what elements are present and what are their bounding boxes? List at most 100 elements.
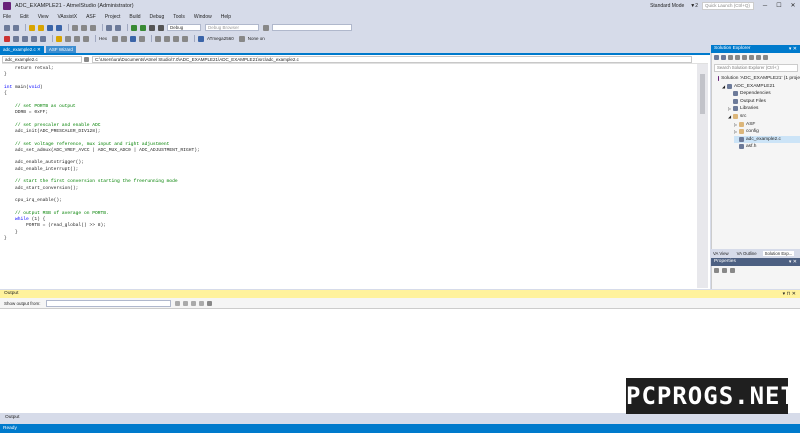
file-combo[interactable]: adc_example2.c bbox=[2, 55, 82, 63]
code-editor[interactable]: return retval;} int main(void){ // set PO… bbox=[4, 66, 694, 286]
memory-icon[interactable] bbox=[74, 35, 80, 42]
pin-icon[interactable]: ▾ ⊓ ✕ bbox=[783, 290, 796, 298]
property-pages-icon[interactable] bbox=[730, 268, 735, 273]
tree-item[interactable]: Dependencies bbox=[728, 90, 800, 97]
uncomment-icon[interactable] bbox=[182, 35, 189, 42]
stop-debug-icon[interactable] bbox=[4, 35, 10, 42]
paste-icon[interactable] bbox=[90, 24, 96, 31]
tab-asf-wizard[interactable]: ASF Wizard bbox=[45, 46, 76, 53]
align-icon[interactable] bbox=[155, 35, 162, 42]
tree-item[interactable]: ▷ ASF bbox=[734, 121, 800, 128]
menu-item-tools[interactable]: Tools bbox=[173, 14, 185, 20]
forward-icon[interactable] bbox=[13, 24, 19, 31]
step-over-icon[interactable] bbox=[22, 35, 28, 42]
copy-icon[interactable] bbox=[81, 24, 87, 31]
dropdown-icon[interactable] bbox=[84, 56, 89, 62]
find-icon[interactable] bbox=[263, 24, 269, 31]
minimize-button[interactable]: ─ bbox=[758, 0, 772, 12]
save-all-icon[interactable] bbox=[56, 24, 62, 31]
tree-item[interactable]: Output Files bbox=[728, 98, 800, 105]
editor-scrollbar[interactable] bbox=[697, 64, 708, 288]
show-all-files-icon[interactable] bbox=[756, 55, 761, 60]
tree-item[interactable]: adc_example2.c bbox=[734, 135, 800, 143]
menu-item-vassistx[interactable]: VAssistX bbox=[57, 14, 77, 20]
tree-item[interactable]: Solution 'ADC_EXAMPLE21' (1 proje bbox=[716, 75, 800, 82]
debug-browser-select[interactable]: Debug Browser bbox=[205, 24, 259, 31]
start-without-debug-icon[interactable] bbox=[140, 24, 146, 31]
close-icon[interactable]: ✕ bbox=[37, 47, 41, 52]
start-debug-icon[interactable] bbox=[131, 24, 137, 31]
processor-status-icon[interactable] bbox=[139, 35, 146, 42]
categorized-icon[interactable] bbox=[714, 268, 719, 273]
menu-item-help[interactable]: Help bbox=[221, 14, 231, 20]
menu-item-window[interactable]: Window bbox=[194, 14, 212, 20]
pin-icon[interactable]: ▾ ✕ bbox=[789, 258, 797, 266]
home-icon[interactable] bbox=[728, 55, 733, 60]
prev-message-icon[interactable] bbox=[182, 300, 188, 306]
back-icon[interactable] bbox=[714, 55, 719, 60]
locals-icon[interactable] bbox=[121, 35, 128, 42]
step-into-icon[interactable] bbox=[13, 35, 19, 42]
properties-icon[interactable] bbox=[763, 55, 768, 60]
save-icon[interactable] bbox=[47, 24, 53, 31]
refresh-icon[interactable] bbox=[742, 55, 747, 60]
solution-search-input[interactable]: Search Solution Explorer (Ctrl+;) bbox=[714, 64, 798, 72]
build-icon[interactable] bbox=[149, 24, 155, 31]
sync-icon[interactable] bbox=[735, 55, 740, 60]
path-combo[interactable]: C:\Users\ura\Documents\Atmel Studio\7.0\… bbox=[92, 55, 692, 63]
disassembly-icon[interactable] bbox=[65, 35, 71, 42]
run-to-cursor-icon[interactable] bbox=[40, 35, 46, 42]
configuration-select[interactable]: Debug bbox=[167, 24, 201, 31]
comment-icon[interactable] bbox=[173, 35, 180, 42]
tree-item[interactable]: ◢ ADC_EXAMPLE21 bbox=[722, 83, 800, 90]
pin-icon[interactable]: ▾ ✕ bbox=[789, 45, 797, 53]
find-combo[interactable] bbox=[272, 24, 352, 31]
close-button[interactable]: ✕ bbox=[786, 0, 800, 12]
tool-selector[interactable]: None on bbox=[248, 36, 265, 41]
next-message-icon[interactable] bbox=[190, 300, 196, 306]
registers-icon[interactable] bbox=[83, 35, 89, 42]
redo-icon[interactable] bbox=[115, 24, 121, 31]
panel-tab[interactable]: Solution Exp... bbox=[762, 250, 795, 256]
undo-icon[interactable] bbox=[106, 24, 112, 31]
tree-item[interactable]: ◢ src bbox=[728, 113, 800, 120]
tab-adc-example2[interactable]: adc_example2.c ✕ bbox=[0, 46, 44, 53]
back-icon[interactable] bbox=[4, 24, 10, 31]
tab-output[interactable]: Output bbox=[2, 414, 22, 422]
rebuild-icon[interactable] bbox=[158, 24, 164, 31]
breakpoint-icon[interactable] bbox=[56, 35, 62, 42]
alphabetical-icon[interactable] bbox=[722, 268, 727, 273]
menu-item-debug[interactable]: Debug bbox=[150, 14, 165, 20]
notification-filter-icon[interactable]: ▼2 bbox=[690, 3, 698, 9]
menu-item-view[interactable]: View bbox=[38, 14, 49, 20]
menu-item-file[interactable]: File bbox=[3, 14, 11, 20]
tool-icon[interactable] bbox=[238, 35, 245, 42]
tree-item[interactable]: ▷ Libraries bbox=[728, 105, 800, 112]
panel-tab[interactable]: VA Outline bbox=[735, 251, 759, 256]
menu-item-edit[interactable]: Edit bbox=[20, 14, 29, 20]
io-view-icon[interactable] bbox=[130, 35, 137, 42]
output-source-select[interactable] bbox=[45, 299, 171, 307]
tree-item[interactable]: ▷ config bbox=[734, 128, 800, 135]
find-message-icon[interactable] bbox=[174, 300, 180, 306]
menu-item-asf[interactable]: ASF bbox=[86, 14, 96, 20]
cut-icon[interactable] bbox=[72, 24, 78, 31]
quick-launch-input[interactable]: Quick Launch (Ctrl+Q) bbox=[702, 2, 754, 10]
watch-icon[interactable] bbox=[112, 35, 119, 42]
menu-item-project[interactable]: Project bbox=[105, 14, 121, 20]
forward-icon[interactable] bbox=[721, 55, 726, 60]
device-selector[interactable]: ATmega2560 bbox=[207, 36, 234, 41]
tree-item[interactable]: asf.h bbox=[734, 143, 800, 150]
new-project-icon[interactable] bbox=[29, 24, 35, 31]
word-wrap-icon[interactable] bbox=[206, 300, 212, 306]
hex-toggle[interactable]: Hex bbox=[99, 36, 107, 41]
maximize-button[interactable]: ☐ bbox=[772, 0, 786, 12]
panel-tab[interactable]: VA View bbox=[711, 251, 731, 256]
clear-all-icon[interactable] bbox=[198, 300, 204, 306]
step-out-icon[interactable] bbox=[31, 35, 37, 42]
scrollbar-thumb[interactable] bbox=[700, 74, 705, 114]
open-file-icon[interactable] bbox=[38, 24, 44, 31]
device-icon[interactable] bbox=[198, 35, 205, 42]
collapse-all-icon[interactable] bbox=[749, 55, 754, 60]
format-icon[interactable] bbox=[164, 35, 171, 42]
